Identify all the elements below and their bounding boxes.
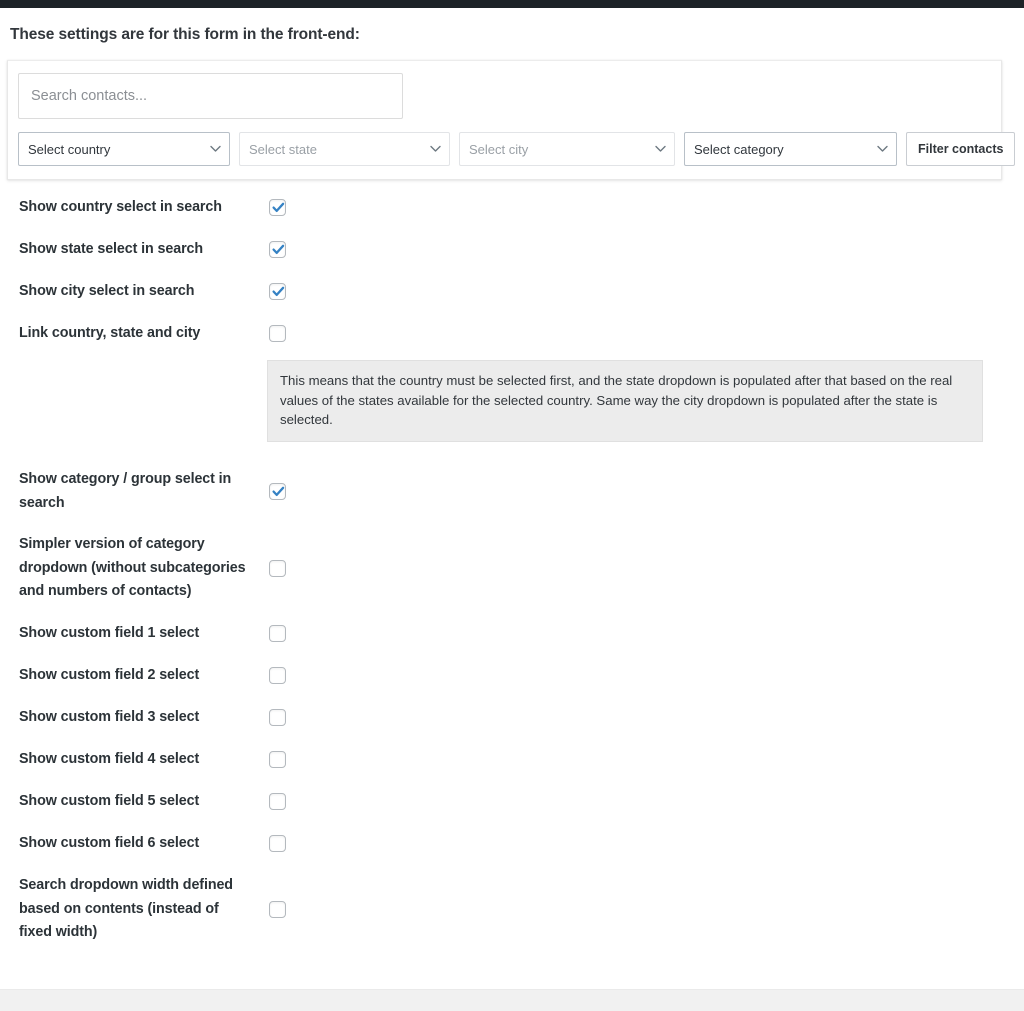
link-fields-description: This means that the country must be sele…: [267, 360, 983, 442]
admin-bar: [0, 0, 1024, 8]
setting-label: Show custom field 6 select: [19, 835, 200, 851]
page-title: These settings are for this form in the …: [10, 26, 360, 43]
setting-checkbox[interactable]: [269, 199, 286, 216]
filter-contacts-button[interactable]: Filter contacts: [906, 132, 1016, 166]
setting-label: Show city select in search: [19, 283, 195, 299]
setting-label: Show custom field 3 select: [19, 709, 200, 725]
setting-label: Show custom field 5 select: [19, 793, 200, 809]
setting-label: Show custom field 1 select: [19, 625, 200, 641]
search-contacts-input[interactable]: [18, 73, 403, 119]
setting-label: Show country select in search: [19, 199, 222, 215]
setting-checkbox[interactable]: [269, 625, 286, 642]
setting-label: Show category / group select in search: [19, 471, 232, 511]
setting-checkbox[interactable]: [269, 793, 286, 810]
setting-checkbox[interactable]: [269, 560, 286, 577]
setting-checkbox[interactable]: [269, 483, 286, 500]
setting-label: Search dropdown width defined based on c…: [19, 877, 233, 940]
front-end-form-preview: Select country Select state Select city Sel…: [7, 60, 1016, 180]
setting-label: Link country, state and city: [19, 325, 201, 341]
setting-label: Show custom field 4 select: [19, 751, 200, 767]
setting-checkbox[interactable]: [269, 325, 286, 342]
select-city-wrapper: Select city: [459, 132, 675, 166]
select-city[interactable]: Select city: [459, 132, 675, 166]
select-category[interactable]: Select category: [684, 132, 897, 166]
select-state[interactable]: Select state: [239, 132, 450, 166]
select-country-wrapper: Select country: [18, 132, 230, 166]
footer-band: [0, 989, 1024, 1011]
setting-checkbox[interactable]: [269, 835, 286, 852]
filter-controls-row: Select country Select state Select city Sel…: [18, 132, 1016, 166]
setting-label: Show custom field 2 select: [19, 667, 200, 683]
setting-checkbox[interactable]: [269, 901, 286, 918]
select-country[interactable]: Select country: [18, 132, 230, 166]
setting-checkbox[interactable]: [269, 241, 286, 258]
setting-label: Simpler version of category dropdown (wi…: [19, 536, 246, 599]
setting-checkbox[interactable]: [269, 751, 286, 768]
select-state-wrapper: Select state: [239, 132, 450, 166]
select-category-wrapper: Select category: [684, 132, 897, 166]
setting-checkbox[interactable]: [269, 283, 286, 300]
setting-label: Show state select in search: [19, 241, 204, 257]
setting-checkbox[interactable]: [269, 667, 286, 684]
setting-checkbox[interactable]: [269, 709, 286, 726]
